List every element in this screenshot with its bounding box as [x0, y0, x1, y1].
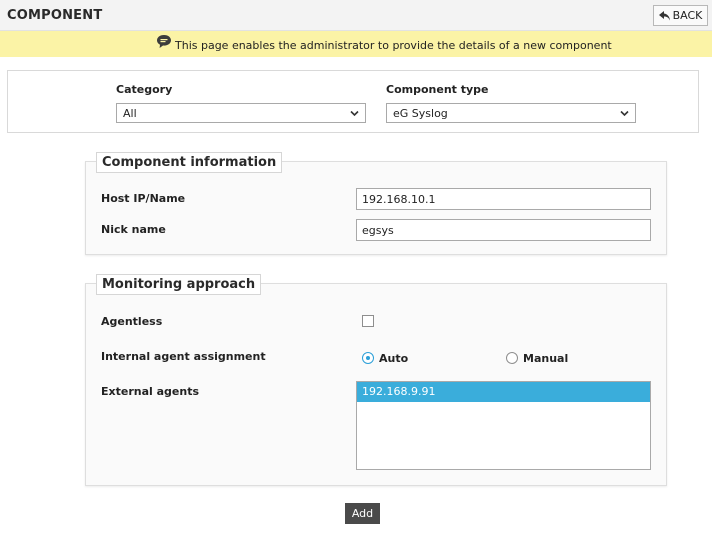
agentless-label: Agentless: [101, 315, 163, 328]
internal-agent-assignment-label: Internal agent assignment: [101, 350, 266, 363]
component-type-select-value: eG Syslog: [393, 106, 448, 120]
agentless-checkbox[interactable]: [362, 315, 374, 327]
host-input[interactable]: 192.168.10.1: [356, 188, 651, 210]
nick-name-label: Nick name: [101, 223, 166, 236]
category-select[interactable]: All: [116, 103, 366, 123]
external-agents-listbox[interactable]: 192.168.9.91: [356, 381, 651, 470]
filter-panel: Category All Component type eG Syslog: [7, 70, 699, 133]
info-message: This page enables the administrator to p…: [175, 39, 612, 52]
page-header: COMPONENT BACK: [0, 0, 712, 31]
component-information-legend: Component information: [96, 152, 283, 173]
external-agents-label: External agents: [101, 385, 200, 398]
component-information-panel: Host IP/Name 192.168.10.1 Nick name egsy…: [85, 161, 667, 255]
speech-bubble-icon: [157, 35, 171, 48]
monitoring-approach-legend: Monitoring approach: [96, 274, 262, 295]
component-type-select[interactable]: eG Syslog: [386, 103, 636, 123]
manual-radio[interactable]: [506, 352, 518, 364]
info-bar: This page enables the administrator to p…: [0, 31, 712, 57]
component-type-label: Component type: [386, 83, 489, 96]
back-arrow-icon: [658, 10, 670, 20]
chevron-down-icon: [620, 110, 629, 117]
category-select-value: All: [123, 106, 137, 120]
monitoring-approach-panel: Agentless Internal agent assignment Auto…: [85, 283, 667, 486]
auto-radio-label[interactable]: Auto: [379, 352, 408, 365]
host-input-value: 192.168.10.1: [362, 192, 436, 206]
chevron-down-icon: [350, 110, 359, 117]
back-button-label: BACK: [672, 9, 703, 22]
auto-radio[interactable]: [362, 352, 374, 364]
nick-name-input[interactable]: egsys: [356, 219, 651, 241]
category-label: Category: [116, 83, 173, 96]
external-agent-option[interactable]: 192.168.9.91: [357, 382, 650, 402]
nick-name-input-value: egsys: [362, 223, 394, 237]
add-button[interactable]: Add: [345, 503, 380, 524]
back-button[interactable]: BACK: [653, 5, 708, 26]
host-label: Host IP/Name: [101, 192, 186, 205]
page-title: COMPONENT: [7, 8, 103, 23]
manual-radio-label[interactable]: Manual: [523, 352, 568, 365]
